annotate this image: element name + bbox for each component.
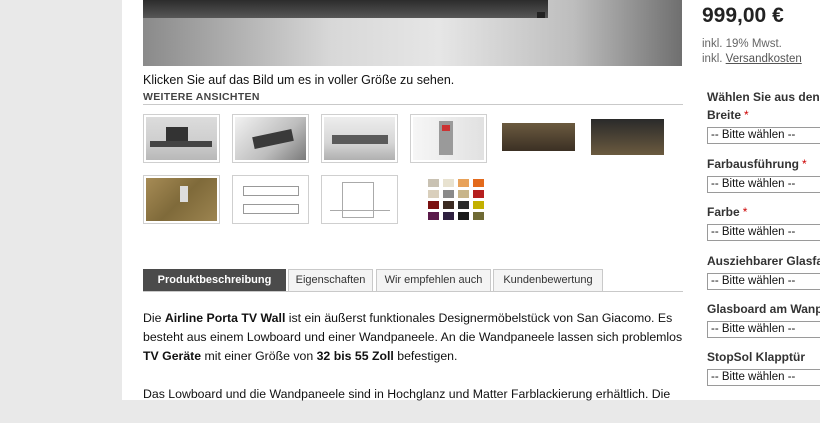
- tab-wir-empfehlen-auch[interactable]: Wir empfehlen auch: [376, 269, 491, 292]
- divider: [143, 104, 683, 105]
- option-select[interactable]: -- Bitte wählen --: [707, 321, 820, 338]
- option-label: Glasboard am Wanp: [707, 302, 820, 316]
- tab-eigenschaften[interactable]: Eigenschaften: [288, 269, 373, 292]
- color-swatch: [443, 201, 454, 209]
- option-select[interactable]: -- Bitte wählen --: [707, 127, 820, 144]
- shipping-costs-link[interactable]: Versandkosten: [726, 53, 802, 65]
- color-swatch: [428, 179, 439, 187]
- option-label-text: Ausziehbarer Glasfa: [707, 254, 820, 268]
- tab-divider: [143, 291, 683, 292]
- thumbnail-1[interactable]: [143, 114, 220, 163]
- color-swatch: [473, 179, 484, 187]
- drawing-panel: [342, 182, 374, 218]
- option-select[interactable]: -- Bitte wählen --: [707, 176, 820, 193]
- tab-produktbeschreibung[interactable]: Produktbeschreibung: [143, 269, 286, 292]
- lowboard-shape: [150, 141, 212, 147]
- thumbnail-4[interactable]: [410, 114, 487, 163]
- thumbnail-9[interactable]: [321, 175, 398, 224]
- color-swatch: [473, 201, 484, 209]
- option-label-text: Glasboard am Wanp: [707, 302, 820, 316]
- option-label-text: StopSol Klapptür: [707, 350, 805, 364]
- lowboard-shape: [332, 135, 388, 144]
- color-swatch: [428, 190, 439, 198]
- required-marker: *: [744, 108, 749, 122]
- drawing-line: [330, 210, 390, 211]
- product-description: Die Airline Porta TV Wall ist ein äußers…: [143, 309, 688, 423]
- description-paragraph-2: Das Lowboard und die Wandpaneele sind in…: [143, 387, 671, 401]
- color-swatch: [443, 212, 454, 220]
- color-swatch-grid: [428, 179, 486, 223]
- options-heading: Wählen Sie aus den: [707, 90, 820, 104]
- thumbnail-8[interactable]: [232, 175, 309, 224]
- thumbnail-2[interactable]: [232, 114, 309, 163]
- lowboard-leg: [537, 12, 545, 18]
- required-marker: *: [802, 157, 807, 171]
- option-select[interactable]: -- Bitte wählen --: [707, 369, 820, 386]
- drawing-lowboard: [243, 186, 299, 196]
- required-marker: *: [742, 205, 748, 219]
- tab-kundenbewertung[interactable]: Kundenbewertung: [493, 269, 603, 292]
- more-views-title: WEITERE ANSICHTEN: [143, 91, 260, 103]
- option-label-text: Breite: [707, 108, 742, 122]
- image-zoom-hint: Klicken Sie auf das Bild um es in voller…: [143, 73, 455, 87]
- description-text: Die: [143, 311, 165, 325]
- option-label: StopSol Klapptür: [707, 350, 805, 364]
- thumbnail-7[interactable]: [143, 175, 220, 224]
- shipping-line: inkl. Versandkosten: [702, 52, 802, 67]
- color-swatch: [458, 190, 469, 198]
- option-label: Farbausführung *: [707, 157, 807, 171]
- main-product-image[interactable]: [143, 0, 682, 66]
- option-label-text: Farbausführung: [707, 157, 799, 171]
- color-swatch: [428, 201, 439, 209]
- thumbnail-5[interactable]: [499, 114, 576, 163]
- option-label: Farbe *: [707, 205, 747, 219]
- option-label: Ausziehbarer Glasfa: [707, 254, 820, 268]
- color-swatch: [458, 179, 469, 187]
- description-highlight: 32 bis 55 Zoll: [316, 349, 394, 363]
- description-highlight: Airline Porta TV Wall: [164, 311, 286, 325]
- box-shape: [180, 186, 188, 202]
- tax-line: inkl. 19% Mwst.: [702, 38, 782, 50]
- thumbnail-3[interactable]: [321, 114, 398, 163]
- option-select[interactable]: -- Bitte wählen --: [707, 273, 820, 290]
- option-label-text: Farbe: [707, 205, 740, 219]
- description-paragraph-1: Die Airline Porta TV Wall ist ein äußers…: [143, 309, 688, 366]
- thumbnail-10-swatches[interactable]: [410, 175, 487, 224]
- color-swatch: [443, 179, 454, 187]
- drawing-lowboard: [243, 204, 299, 214]
- thumbnail-6[interactable]: [588, 114, 665, 163]
- open-lid-shape: [591, 119, 664, 155]
- tv-wall-lowboard-image: [143, 0, 548, 18]
- product-price: 999,00 €: [702, 4, 784, 27]
- description-highlight: TV Geräte: [143, 349, 202, 363]
- color-swatch: [428, 212, 439, 220]
- color-swatch: [473, 190, 484, 198]
- color-swatch: [443, 190, 454, 198]
- tax-info: inkl. 19% Mwst. inkl. Versandkosten: [702, 37, 802, 67]
- color-swatch: [458, 212, 469, 220]
- description-text: mit einer Größe von: [201, 349, 317, 363]
- color-swatch: [458, 201, 469, 209]
- lowboard-top-shape: [502, 123, 575, 151]
- option-select[interactable]: -- Bitte wählen --: [707, 224, 820, 241]
- color-swatch: [473, 212, 484, 220]
- shipping-prefix: inkl.: [702, 53, 726, 65]
- description-text: befestigen.: [393, 349, 458, 363]
- panel-detail: [442, 125, 450, 131]
- tv-shape: [166, 127, 188, 141]
- option-label: Breite *: [707, 108, 749, 122]
